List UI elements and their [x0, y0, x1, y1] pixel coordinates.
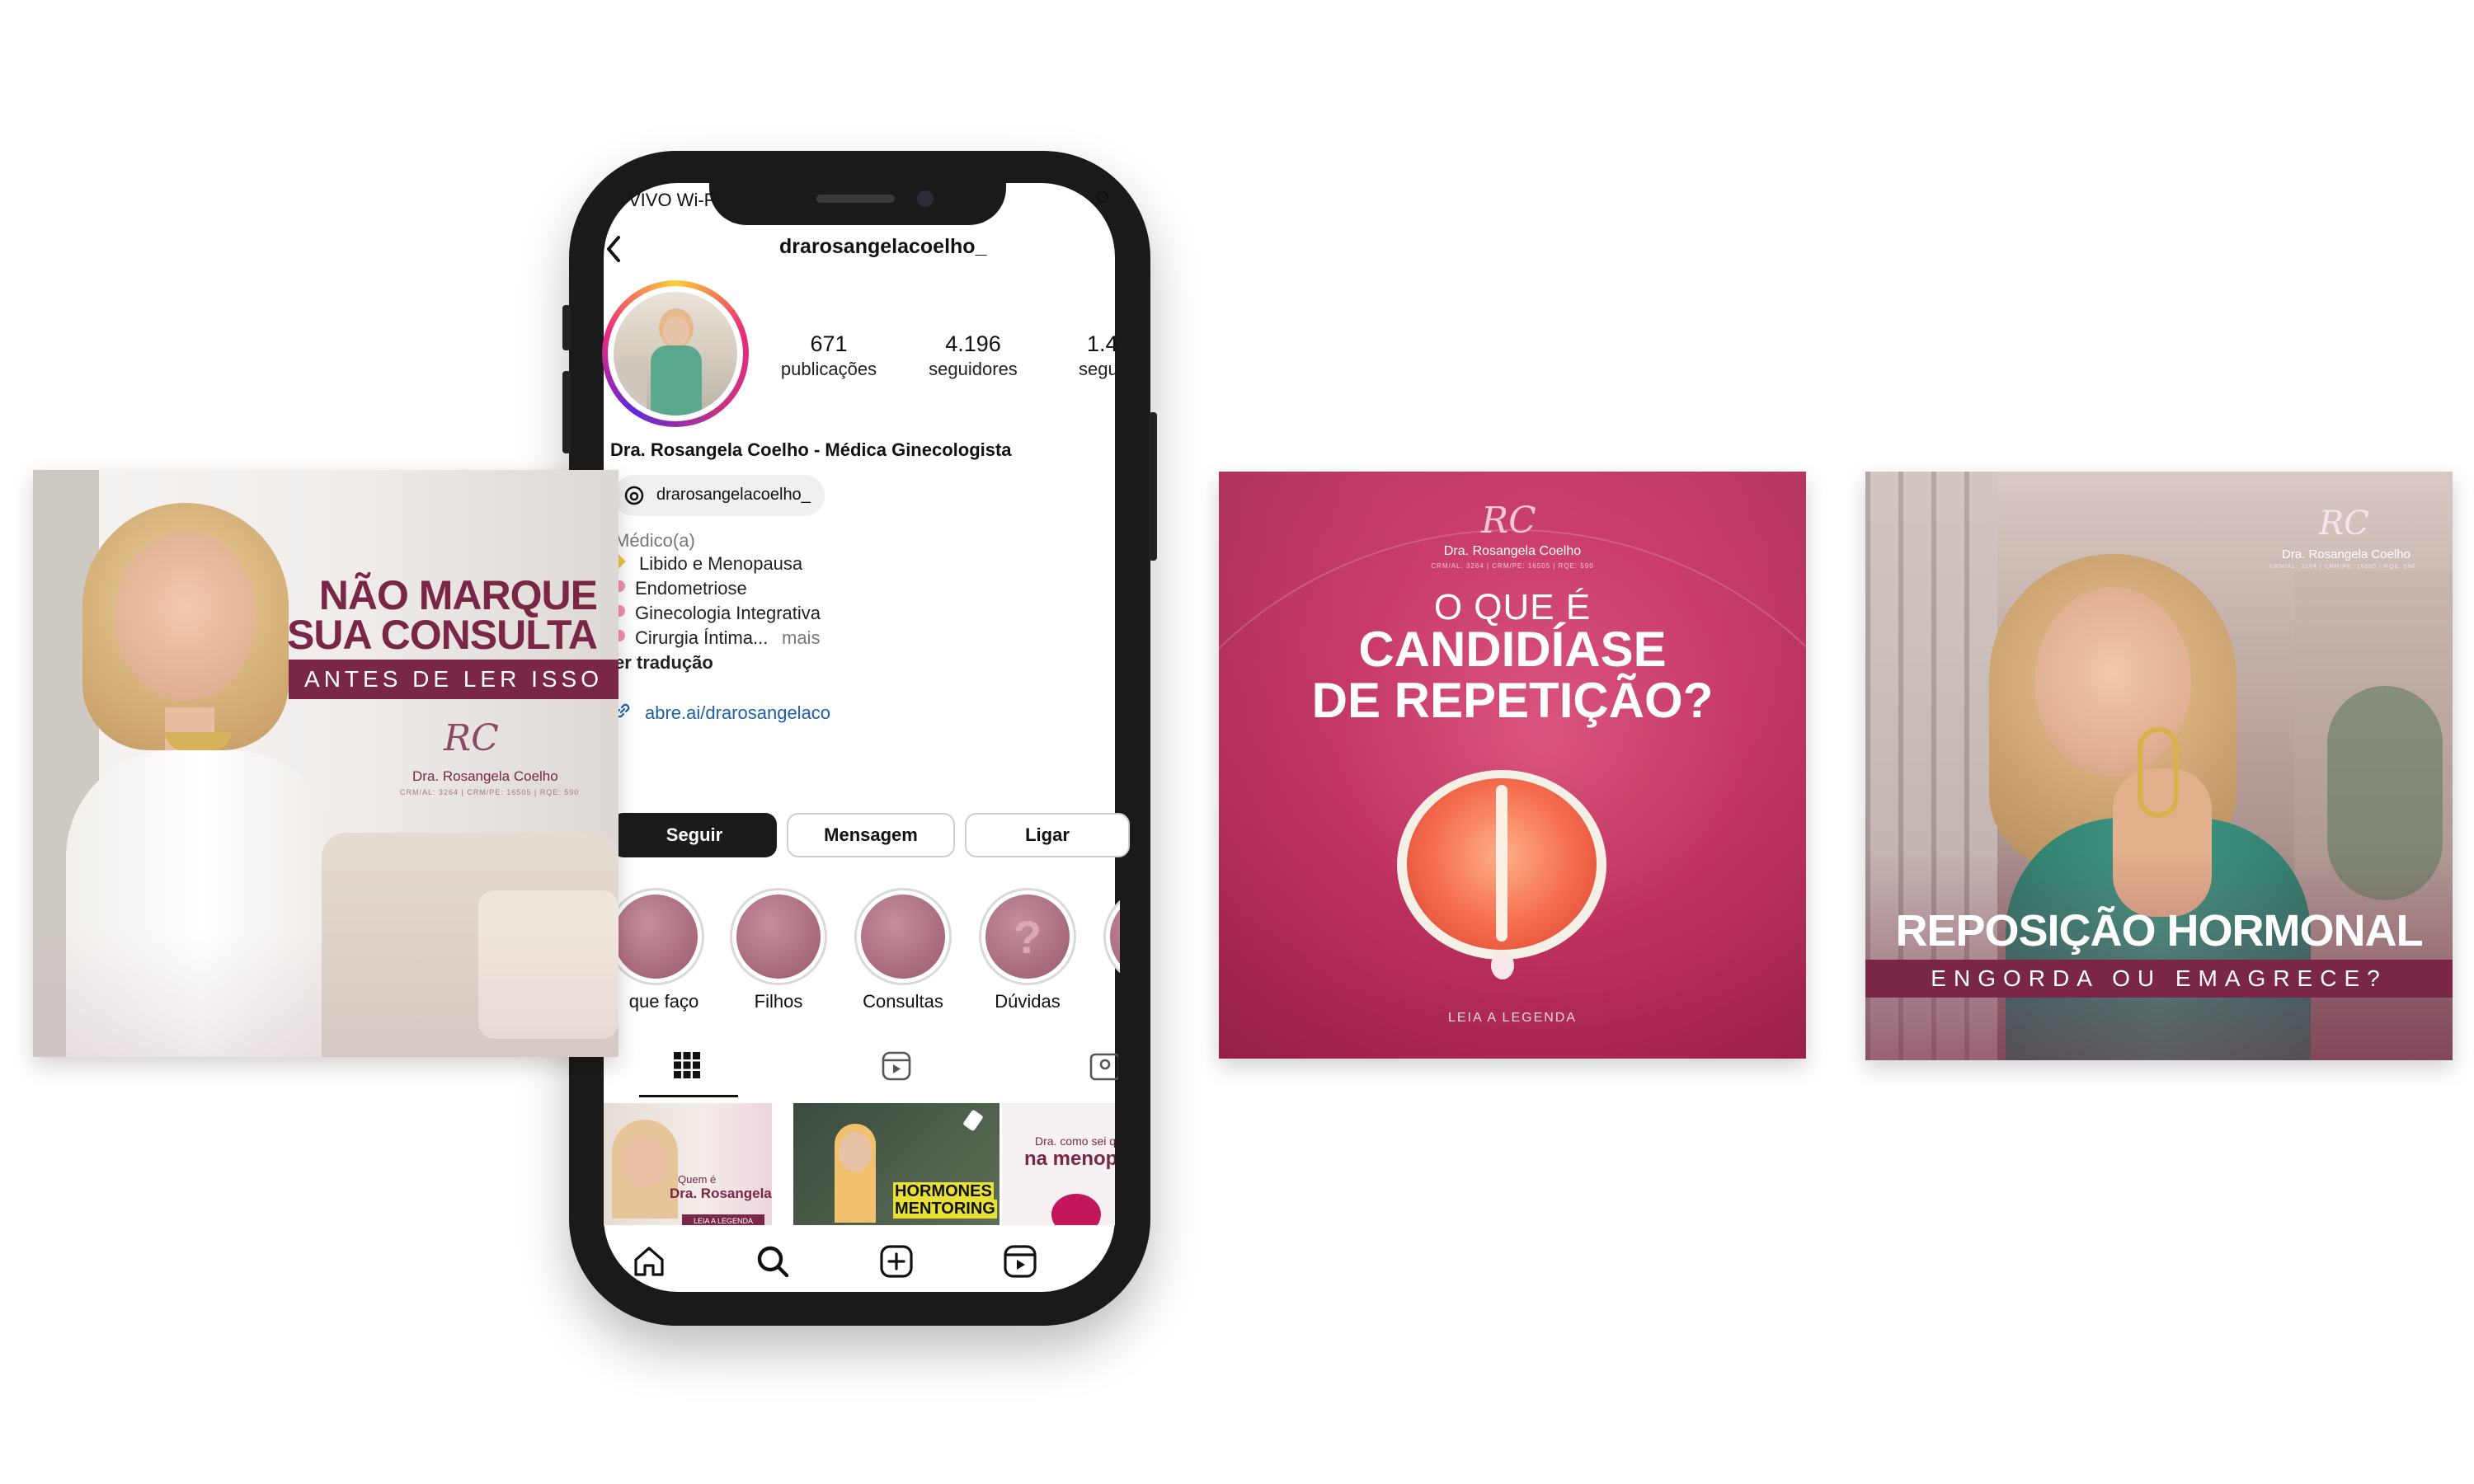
stat-following-label: segu	[1079, 359, 1115, 379]
active-tab-indicator	[639, 1095, 738, 1097]
avatar-chair	[614, 358, 647, 416]
logo-initials: RC	[2319, 505, 2369, 542]
logo-credentials: CRM/AL: 3264 | CRM/PE: 16505 | RQE: 590	[400, 788, 580, 796]
phone-power-button	[1149, 412, 1157, 561]
headline-line-1: NÃO MARQUE	[318, 572, 598, 618]
post-photo-necklace	[2138, 727, 2179, 818]
status-carrier: VIVO Wi-F	[628, 190, 716, 210]
highlight-duvidas[interactable]: ?	[979, 888, 1076, 985]
logo-initials: RC	[444, 717, 499, 759]
profile-display-name: Dra. Rosangela Coelho - Médica Ginecolog…	[610, 439, 1012, 460]
post-photo-necklace	[165, 732, 231, 750]
avatar-dress	[651, 345, 702, 416]
grid-post-2-line2: MENTORING	[893, 1200, 997, 1219]
stat-followers-label: seguidores	[929, 359, 1018, 379]
phone-camera	[917, 190, 934, 207]
home-icon[interactable]	[631, 1243, 667, 1280]
profile-category: Médico(a)	[614, 530, 695, 551]
bio-line-endometriose: Endometriose	[635, 578, 747, 599]
call-button[interactable]: Ligar	[965, 813, 1130, 857]
see-translation-link[interactable]: er tradução	[614, 652, 713, 674]
avatar-face	[663, 317, 689, 346]
logo-name: Dra. Rosangela Coelho	[1443, 544, 1582, 558]
logo-credentials: CRM/AL: 3264 | CRM/PE: 16505 | RQE: 590	[1431, 562, 1594, 570]
profile-username: drarosangelacoelho_	[779, 235, 987, 258]
highlight-label-consultas: Consultas	[863, 991, 943, 1012]
grid-post-2[interactable]: HORMONES MENTORING	[793, 1103, 999, 1225]
grid-post-1-small: Quem é	[678, 1173, 717, 1186]
highlight-label-filhos: Filhos	[754, 991, 803, 1012]
tagged-tab-icon[interactable]	[1089, 1050, 1118, 1082]
question-mark-icon: ?	[985, 895, 1070, 979]
headline: REPOSIÇÃO HORMONAL	[1895, 906, 2423, 956]
post-photo-face	[839, 1132, 872, 1172]
post-photo-overlay	[33, 932, 618, 1057]
logo-name: Dra. Rosangela Coelho	[2282, 547, 2411, 561]
title-line-3: DE REPETIÇÃO?	[1311, 673, 1714, 728]
create-post-icon[interactable]	[878, 1243, 915, 1280]
grid-tab-icon[interactable]	[672, 1050, 702, 1080]
grapefruit-drop	[1491, 951, 1514, 979]
post-photo-face	[622, 1136, 667, 1187]
stat-posts-label: publicações	[780, 359, 877, 379]
highlight-consultas[interactable]	[854, 888, 952, 985]
stat-posts-count[interactable]: 671	[767, 331, 891, 357]
logo-name: Dra. Rosangela Coelho	[412, 768, 558, 784]
post-card-candidiase: RC Dra. Rosangela Coelho CRM/AL: 3264 | …	[1219, 472, 1806, 1059]
bio-line-ginecologia: Ginecologia Integrativa	[635, 603, 821, 623]
message-button[interactable]: Mensagem	[787, 813, 955, 857]
phone-volume-button	[562, 371, 571, 453]
highlight-que-faco[interactable]	[607, 888, 704, 985]
search-icon[interactable]	[755, 1243, 791, 1280]
grid-post-3[interactable]: Dra. como sei q na menop	[1002, 1103, 1115, 1225]
bio-line-libido: Libido e Menopausa	[639, 553, 803, 574]
bio-line-cirurgia: Cirurgia Íntima...	[635, 627, 769, 648]
stat-followers-count[interactable]: 4.196	[911, 331, 1035, 357]
grapefruit-core	[1496, 785, 1507, 942]
highlight-filhos[interactable]	[730, 888, 827, 985]
bio-more-link[interactable]: mais	[782, 627, 820, 649]
logo-credentials: CRM/AL: 3264 | CRM/PE: 16505 | RQE: 590	[2269, 564, 2416, 570]
threads-handle: drarosangelacoelho_	[656, 486, 811, 504]
highlight-partial[interactable]	[1103, 888, 1120, 985]
footer-read-caption: LEIA A LEGENDA	[1447, 1011, 1578, 1025]
highlight-label-duvidas: Dúvidas	[995, 991, 1061, 1012]
grid-post-1[interactable]: Quem é Dra. Rosangela? LEIA A LEGENDA	[604, 1103, 772, 1225]
grid-post-1-title: Dra. Rosangela?	[670, 1186, 772, 1201]
grid-post-3-small: Dra. como sei q	[1035, 1134, 1115, 1148]
grid-post-3-title: na menop	[1024, 1148, 1115, 1170]
post-card-reposicao: RC Dra. Rosangela Coelho CRM/AL: 3264 | …	[1865, 472, 2453, 1060]
pin-icon	[962, 1109, 984, 1132]
post-photo-face	[115, 532, 256, 701]
headline-ribbon: ANTES DE LER ISSO	[289, 660, 618, 699]
headline-ribbon: ENGORDA OU EMAGRECE?	[1865, 960, 2453, 998]
phone-speaker	[816, 195, 895, 203]
post-card-nao-marque: NÃO MARQUE SUA CONSULTA ANTES DE LER ISS…	[33, 470, 618, 1057]
logo-initials: RC	[1481, 500, 1536, 542]
reels-icon[interactable]	[1002, 1243, 1038, 1280]
phone-silent-switch	[562, 305, 571, 350]
title-line-2: CANDIDÍASE	[1358, 622, 1667, 677]
post-photo-overlay	[1865, 851, 2453, 1060]
reels-tab-icon[interactable]	[881, 1050, 912, 1082]
threads-icon	[624, 486, 644, 505]
status-icon	[1097, 191, 1108, 203]
profile-link[interactable]: abre.ai/drarosangelaco	[645, 702, 830, 724]
profile-avatar[interactable]	[614, 292, 737, 416]
follow-button[interactable]: Seguir	[612, 813, 777, 857]
grid-post-2-line1: HORMONES	[893, 1182, 994, 1201]
stat-following-count[interactable]: 1.4	[1087, 331, 1120, 357]
back-arrow-icon[interactable]	[602, 234, 627, 264]
headline-line-2: SUA CONSULTA	[287, 612, 598, 658]
grid-post-1-footer: LEIA A LEGENDA	[682, 1214, 764, 1225]
highlight-label-que-faco: que faço	[628, 991, 699, 1012]
post-illustration	[1051, 1194, 1101, 1225]
